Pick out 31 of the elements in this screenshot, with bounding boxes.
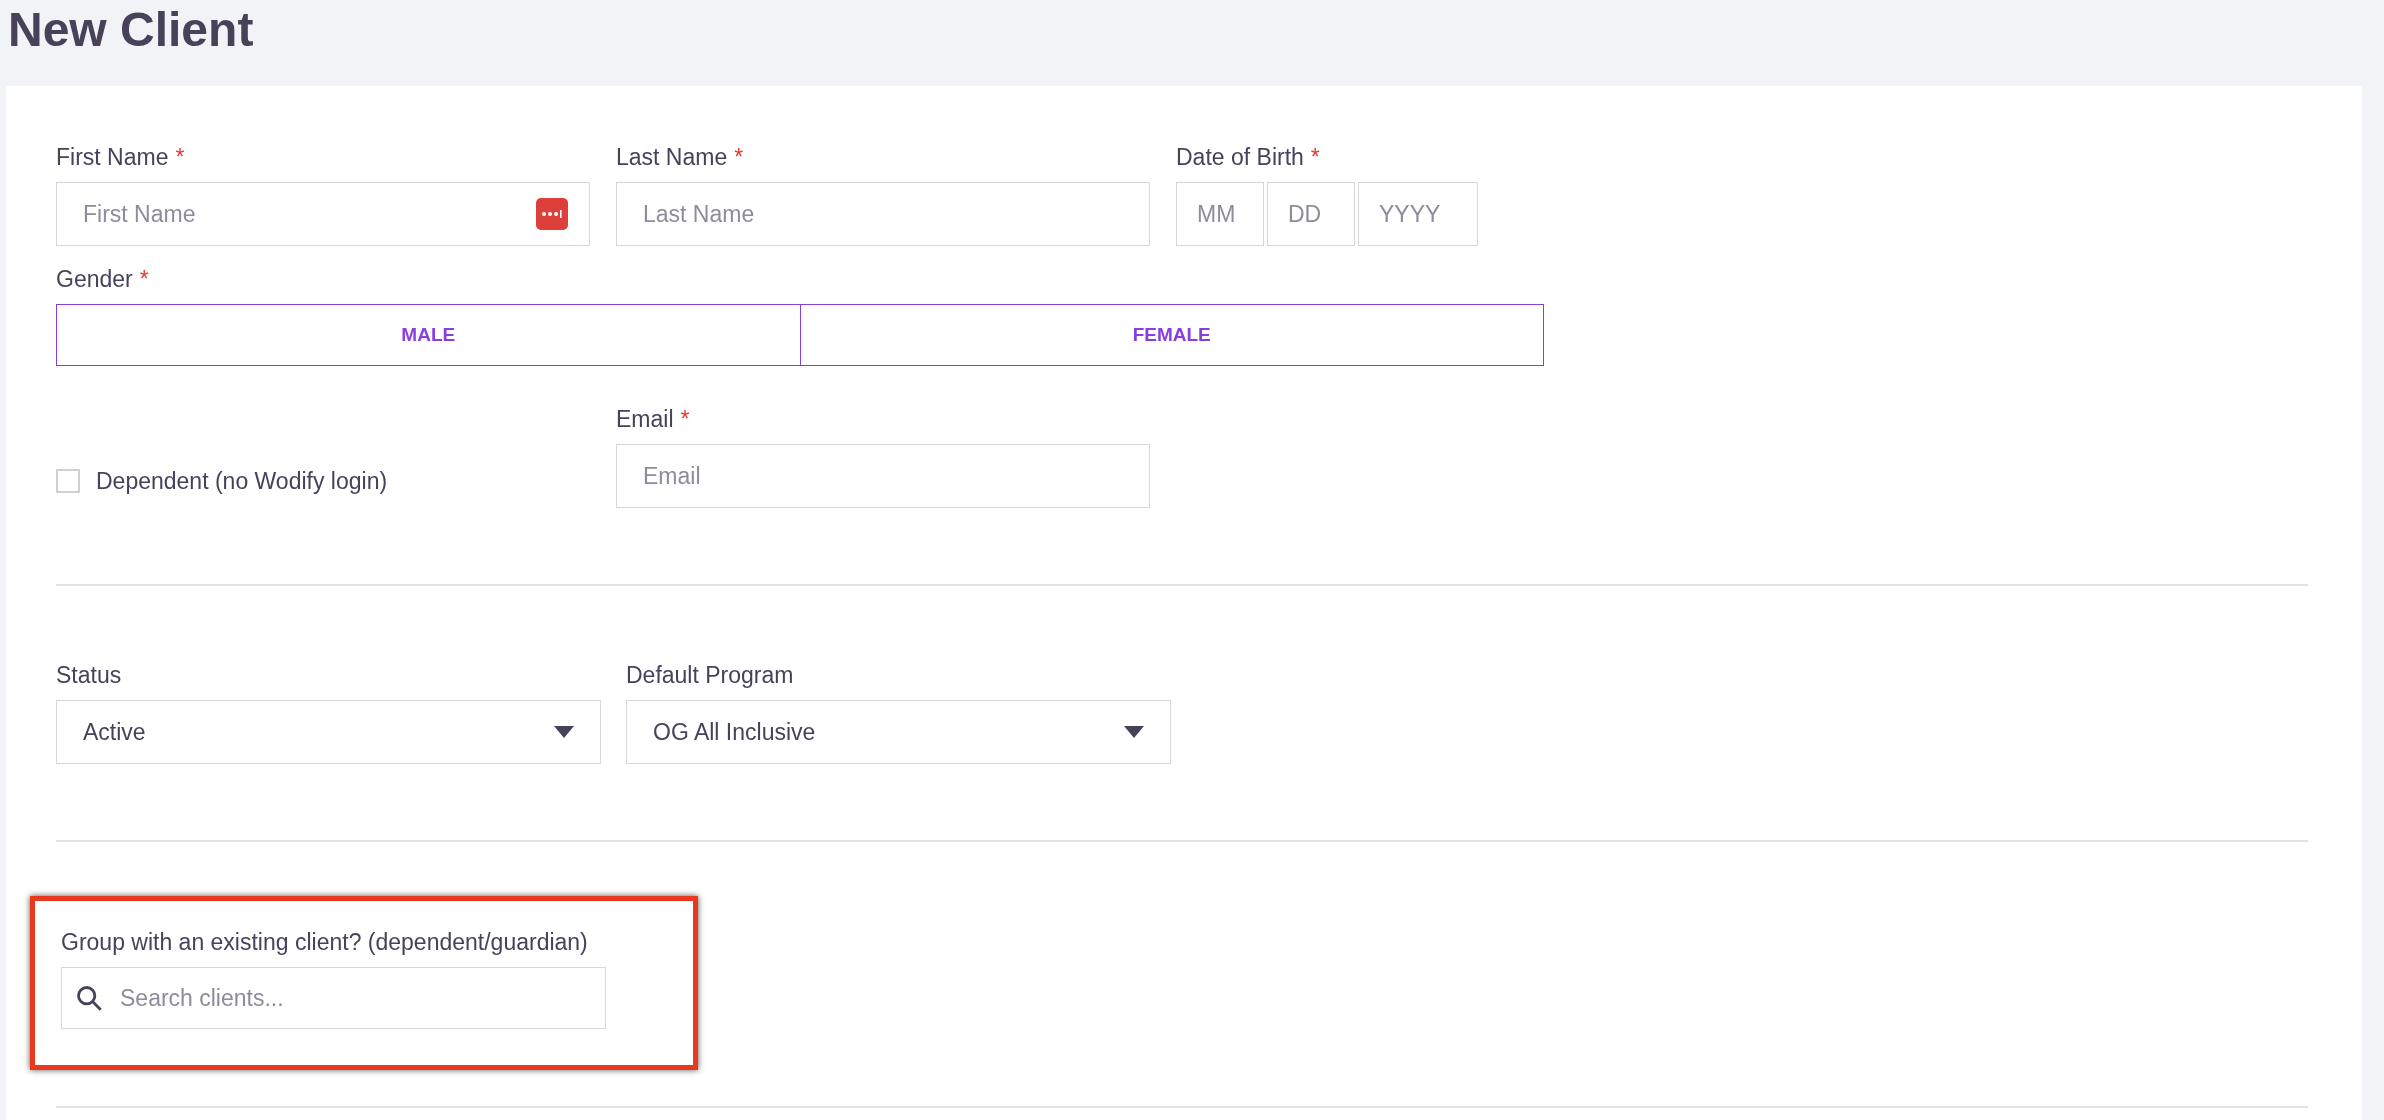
field-label: Date of Birth [1176, 146, 1304, 169]
dropdown-field[interactable]: Active [56, 700, 601, 764]
page-title: New Client [7, 2, 255, 58]
text-field[interactable]: Email [616, 444, 1150, 508]
dropdown-field[interactable]: OG All Inclusive [626, 700, 1171, 764]
required-asterisk: * [175, 146, 185, 169]
date-part-field[interactable]: DD [1267, 182, 1355, 246]
date-part-field[interactable]: MM [1176, 182, 1264, 246]
field-label: Default Program [626, 664, 794, 687]
checkbox[interactable] [56, 469, 80, 494]
field-label: Group with an existing client? (dependent/guardian) [61, 931, 588, 954]
field-label: Status [56, 664, 122, 687]
caret-icon [1124, 726, 1144, 738]
required-asterisk: * [1310, 146, 1320, 169]
field-label: Gender [56, 268, 133, 291]
search-field[interactable]: Search clients... [61, 967, 606, 1029]
caret-icon [554, 726, 574, 738]
field-label: First Name [56, 146, 169, 169]
search-icon [75, 984, 103, 1012]
password-manager-icon[interactable] [536, 198, 568, 230]
checkbox-label: Dependent (no Wodify login) [96, 467, 388, 496]
date-part-field[interactable]: YYYY [1358, 182, 1478, 246]
required-asterisk: * [139, 268, 149, 291]
required-asterisk: * [680, 408, 690, 431]
required-asterisk: * [734, 146, 744, 169]
text-field[interactable]: First Name [56, 182, 590, 246]
gender-option[interactable]: FEMALE [800, 304, 1544, 366]
gender-option[interactable]: MALE [56, 304, 801, 366]
field-label: Email [616, 408, 674, 431]
text-field[interactable]: Last Name [616, 182, 1150, 246]
field-label: Last Name [616, 146, 728, 169]
